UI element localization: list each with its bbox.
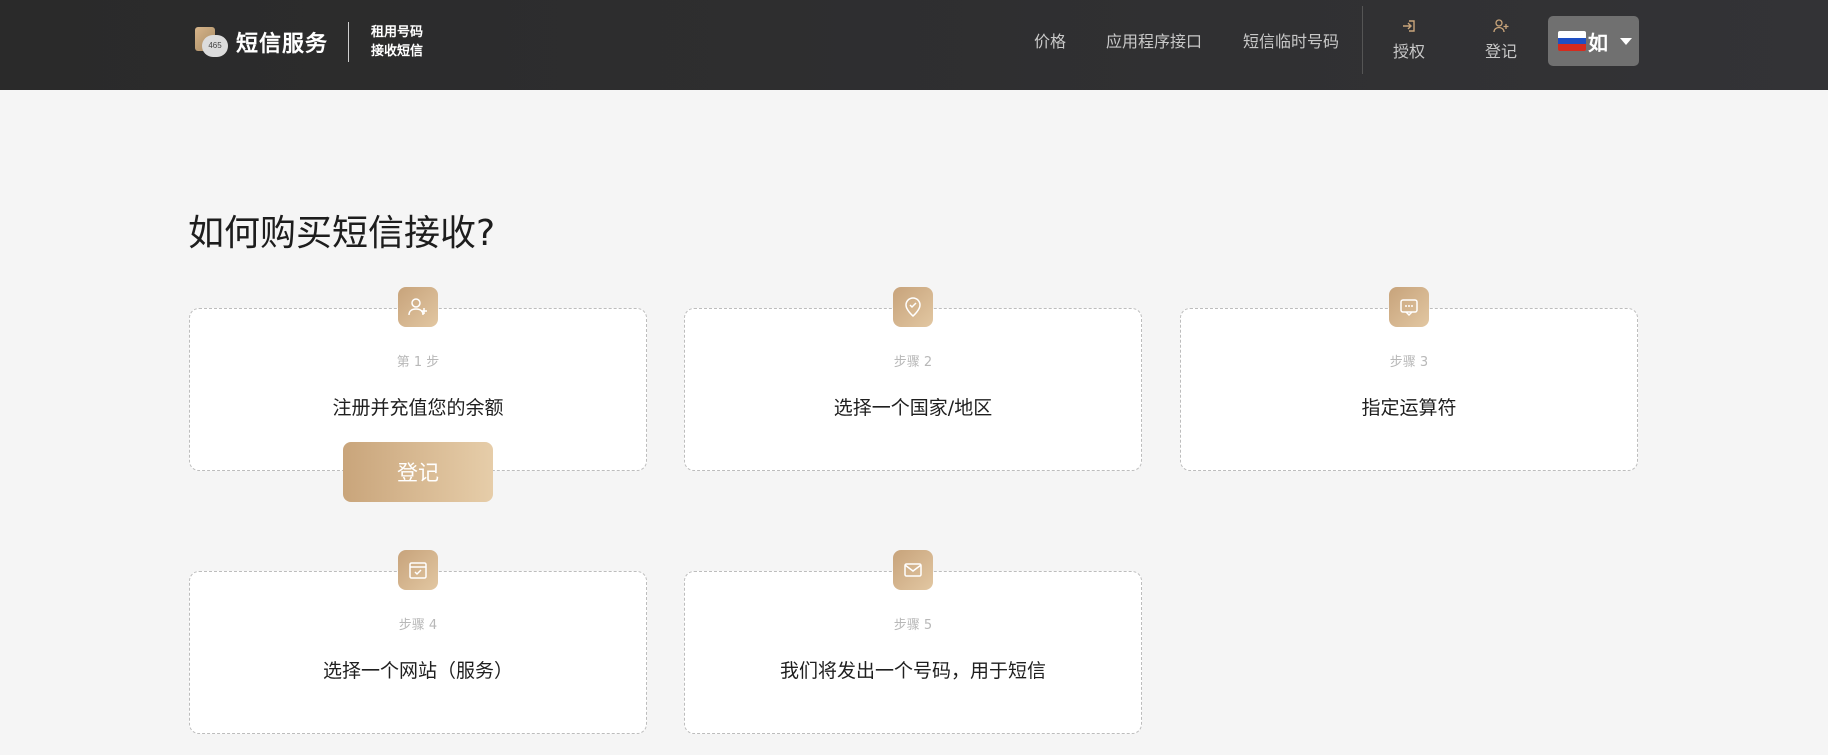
- step-card-4: 步骤 4 选择一个网站（服务）: [189, 550, 647, 734]
- step-number: 步骤 5: [893, 618, 933, 633]
- step-card-3: 步骤 3 指定运算符: [1180, 287, 1638, 471]
- step-number: 步骤 2: [893, 355, 933, 370]
- chat-icon: [1389, 287, 1429, 327]
- brand-logo[interactable]: 465 短信服务 租用号码 接收短信: [194, 22, 423, 62]
- brand-tagline: 租用号码 接收短信: [371, 23, 423, 61]
- user-plus-icon: [1493, 19, 1509, 33]
- tagline-line-2: 接收短信: [371, 44, 424, 59]
- chevron-down-icon: [1620, 37, 1632, 45]
- map-pin-check-icon: [893, 287, 933, 327]
- step-number: 步骤 3: [1389, 355, 1429, 370]
- step-card-2: 步骤 2 选择一个国家/地区: [684, 287, 1142, 471]
- language-label: 如: [1588, 30, 1608, 55]
- brand-name: 短信服务: [236, 32, 329, 57]
- step-title: 我们将发出一个号码，用于短信: [779, 660, 1046, 682]
- login-icon: [1403, 20, 1415, 32]
- nav-link-prices[interactable]: 价格: [1034, 28, 1066, 52]
- tagline-line-1: 租用号码: [371, 25, 424, 40]
- russia-flag-icon: [1558, 31, 1586, 51]
- nav-separator: [1362, 6, 1363, 74]
- step-title: 选择一个国家/地区: [833, 397, 993, 419]
- step-number: 步骤 4: [398, 618, 438, 633]
- register-link[interactable]: 登记: [1471, 18, 1531, 62]
- language-selector[interactable]: 如: [1548, 16, 1639, 66]
- login-link[interactable]: 授权: [1379, 18, 1439, 62]
- step-title: 注册并充值您的余额: [332, 397, 504, 419]
- logo-divider: [348, 22, 350, 62]
- step-card-5: 步骤 5 我们将发出一个号码，用于短信: [684, 550, 1142, 734]
- calendar-check-icon: [398, 550, 438, 590]
- mail-icon: [893, 550, 933, 590]
- login-label: 授权: [1392, 42, 1425, 61]
- sms-logo-icon: 465: [194, 25, 228, 59]
- step-number: 第 1 步: [396, 355, 440, 370]
- register-label: 登记: [1484, 42, 1517, 61]
- step-title: 指定运算符: [1361, 397, 1457, 419]
- step-title: 选择一个网站（服务）: [322, 660, 513, 682]
- nav-link-api[interactable]: 应用程序接口: [1106, 28, 1202, 52]
- page-title: 如何购买短信接收?: [188, 213, 496, 254]
- top-navbar: 465 短信服务 租用号码 接收短信 价格 应用程序接口 短信临时号码 授权 登…: [0, 0, 1828, 90]
- register-button[interactable]: 登记: [343, 442, 493, 502]
- user-plus-icon: [398, 287, 438, 327]
- nav-link-temp-numbers[interactable]: 短信临时号码: [1243, 28, 1339, 52]
